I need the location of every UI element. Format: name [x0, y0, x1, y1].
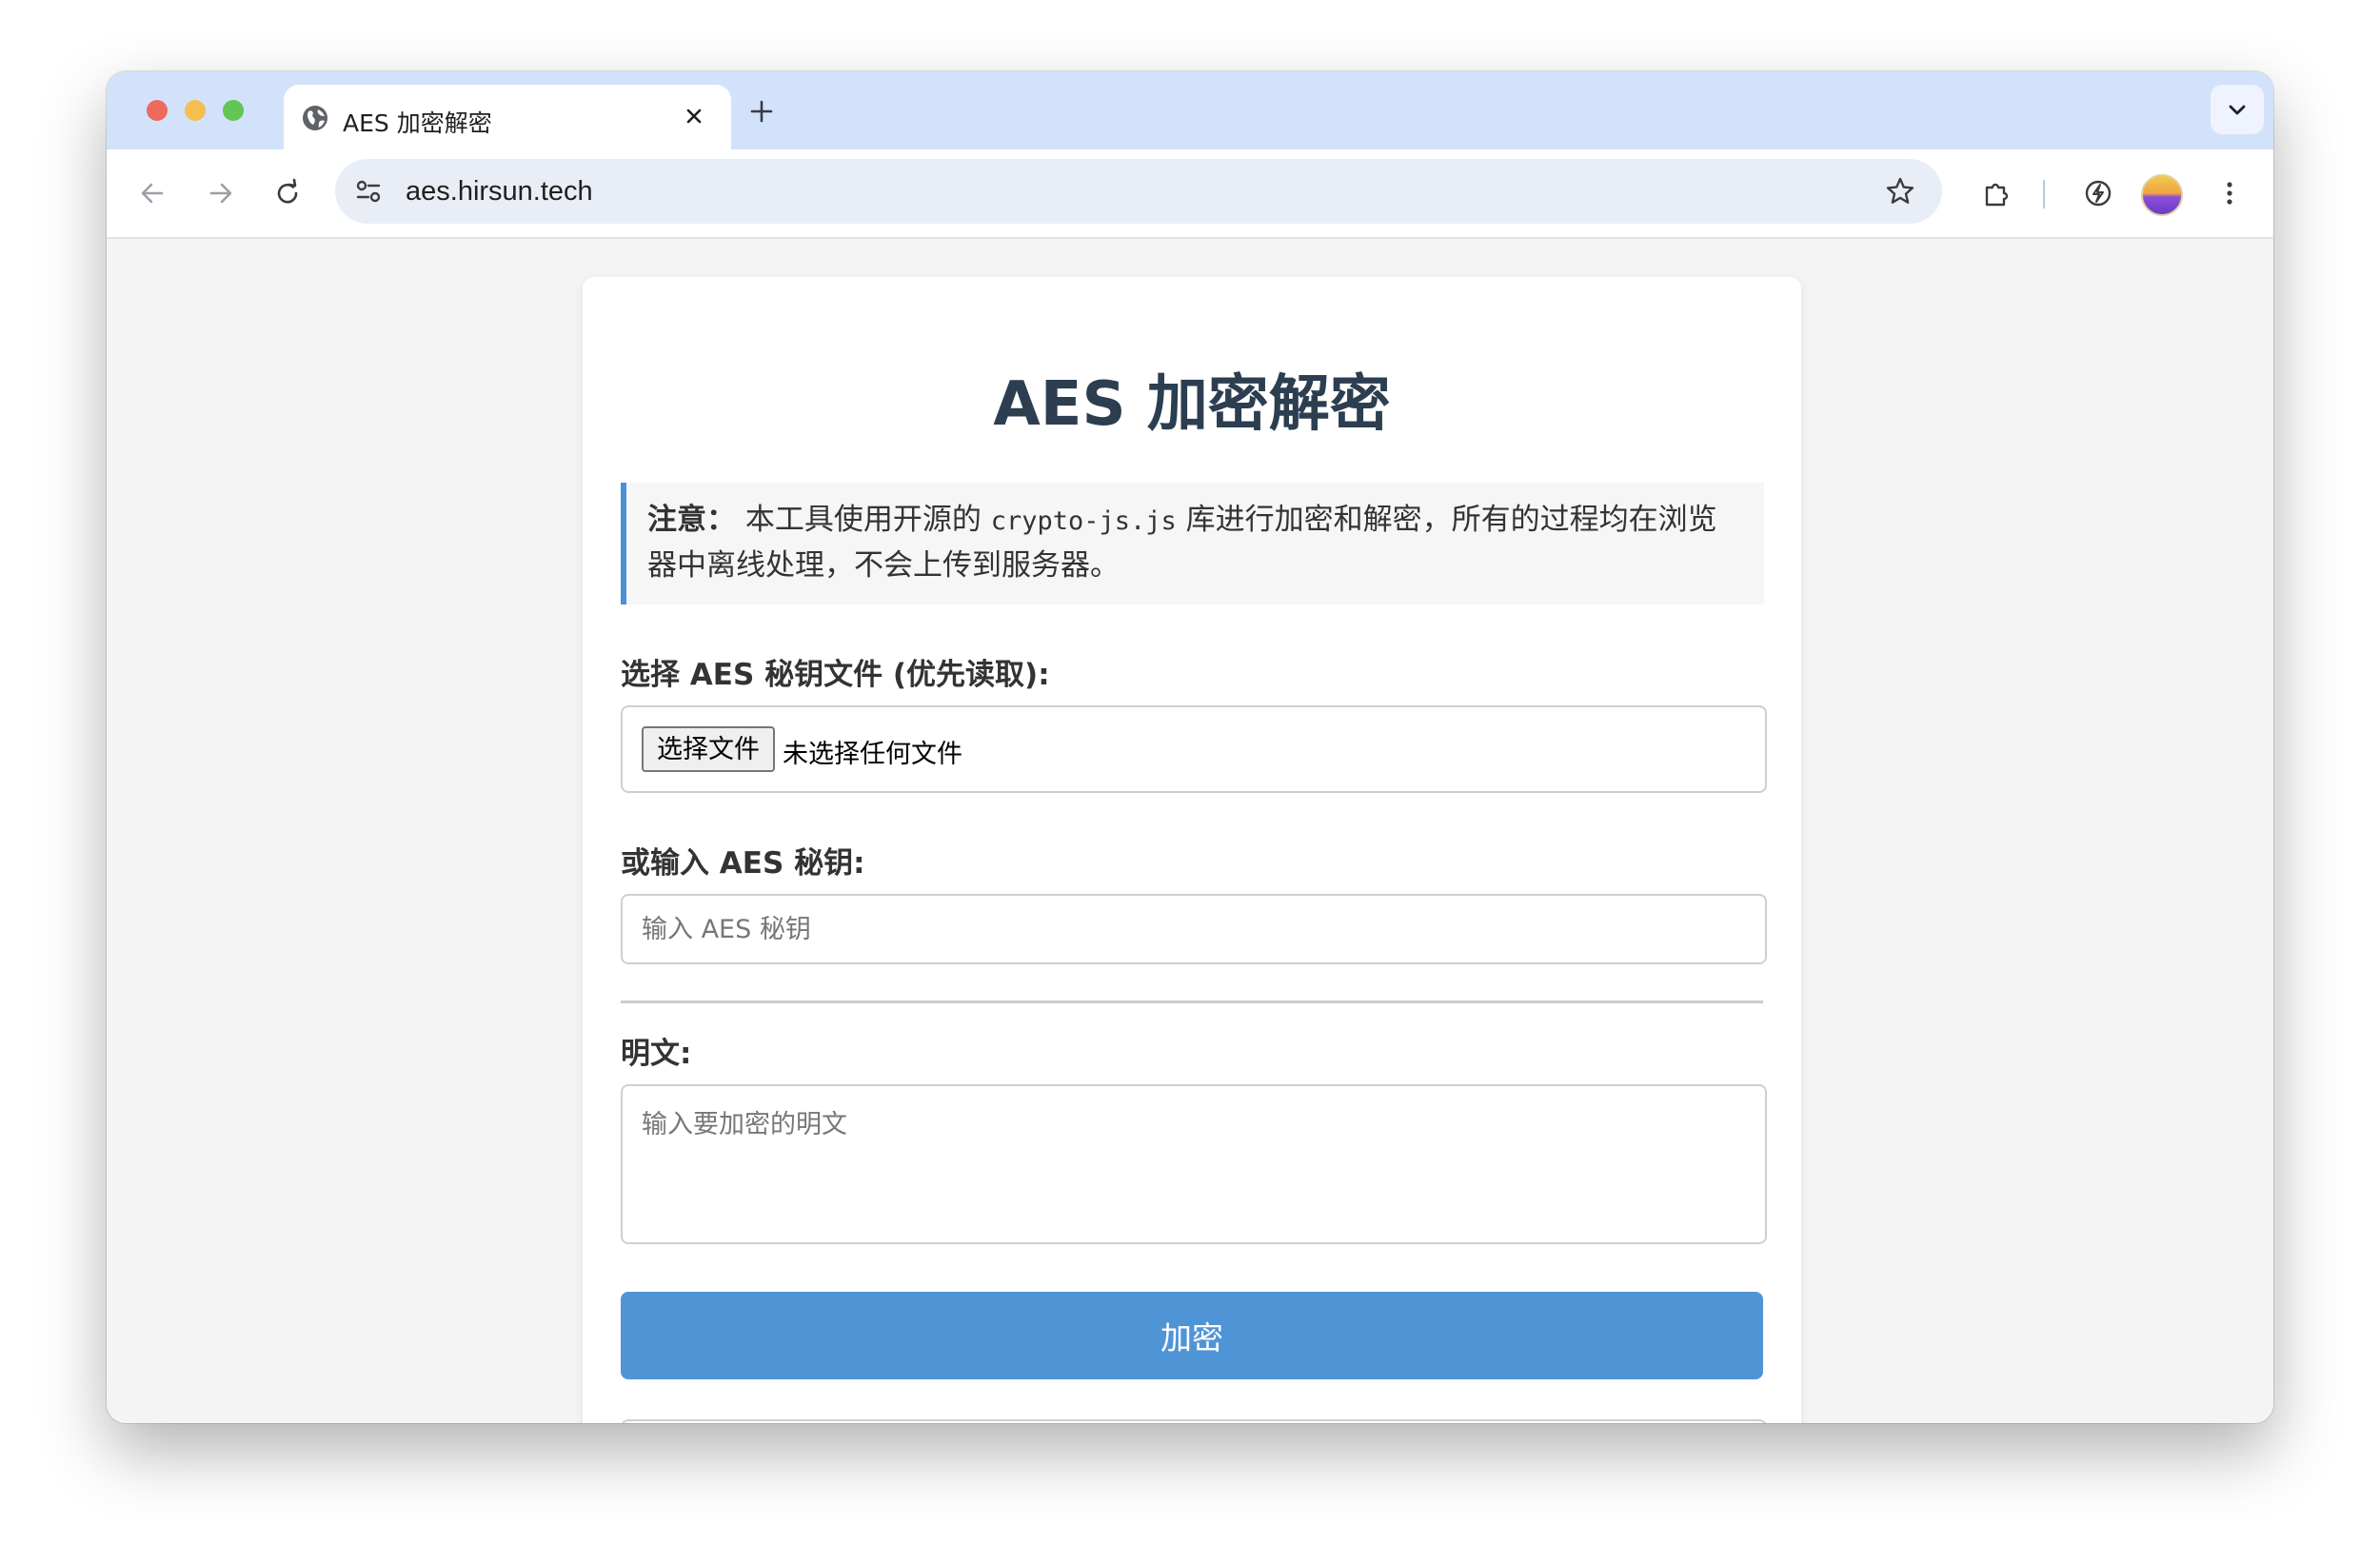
url-text[interactable]: aes.hirsun.tech — [406, 176, 593, 208]
forward-arrow-icon[interactable] — [204, 176, 238, 210]
performance-icon[interactable] — [2081, 176, 2115, 210]
back-arrow-icon[interactable] — [135, 176, 169, 210]
key-file-input[interactable]: 选择文件 未选择任何文件 — [621, 705, 1767, 793]
star-icon[interactable] — [1883, 174, 1917, 208]
chevron-down-icon — [2229, 105, 2246, 115]
page-title: AES 加密解密 — [993, 369, 1391, 440]
divider — [621, 1000, 1763, 1003]
browser-tab[interactable]: AES 加密解密 — [284, 85, 731, 149]
tab-title: AES 加密解密 — [343, 109, 492, 137]
notice-text-before: 本工具使用开源的 — [744, 503, 982, 537]
plaintext-label: 明文: — [621, 1037, 692, 1071]
close-window-button[interactable] — [147, 100, 168, 121]
file-status-text: 未选择任何文件 — [783, 740, 962, 769]
notice-code: crypto-js.js — [990, 506, 1177, 536]
main-card: AES 加密解密 注意： 本工具使用开源的 crypto-js.js 库进行加密… — [583, 277, 1801, 1423]
key-input-label: 或输入 AES 秘钥: — [621, 846, 865, 881]
reload-icon[interactable] — [270, 176, 305, 210]
profile-avatar[interactable] — [2141, 174, 2183, 216]
plus-icon[interactable] — [746, 96, 777, 127]
tab-strip: AES 加密解密 — [107, 71, 2273, 149]
notice-box: 注意： 本工具使用开源的 crypto-js.js 库进行加密和解密，所有的过程… — [621, 483, 1764, 604]
tab-search-button[interactable] — [2211, 85, 2264, 134]
key-file-label: 选择 AES 秘钥文件 (优先读取): — [621, 658, 1050, 692]
aes-key-input[interactable] — [621, 894, 1767, 964]
choose-file-button[interactable]: 选择文件 — [642, 726, 775, 772]
close-icon[interactable] — [680, 102, 708, 130]
address-bar[interactable]: aes.hirsun.tech — [335, 159, 1942, 224]
browser-window: AES 加密解密 aes.hirsun.tech AES 加密解密 注意： 本工… — [107, 71, 2273, 1423]
page-viewport: AES 加密解密 注意： 本工具使用开源的 crypto-js.js 库进行加密… — [107, 239, 2273, 1423]
plaintext-input[interactable] — [621, 1084, 1767, 1244]
browser-toolbar: aes.hirsun.tech — [107, 149, 2273, 239]
extensions-icon[interactable] — [1980, 176, 2014, 210]
site-settings-icon[interactable] — [352, 175, 385, 208]
minimize-window-button[interactable] — [185, 100, 206, 121]
encrypt-button[interactable]: 加密 — [621, 1292, 1763, 1379]
next-field-box[interactable] — [621, 1419, 1767, 1423]
more-vert-icon[interactable] — [2212, 176, 2247, 210]
maximize-window-button[interactable] — [223, 100, 244, 121]
notice-label: 注意： — [647, 503, 736, 537]
toolbar-separator — [2043, 180, 2045, 208]
globe-icon — [303, 106, 327, 130]
